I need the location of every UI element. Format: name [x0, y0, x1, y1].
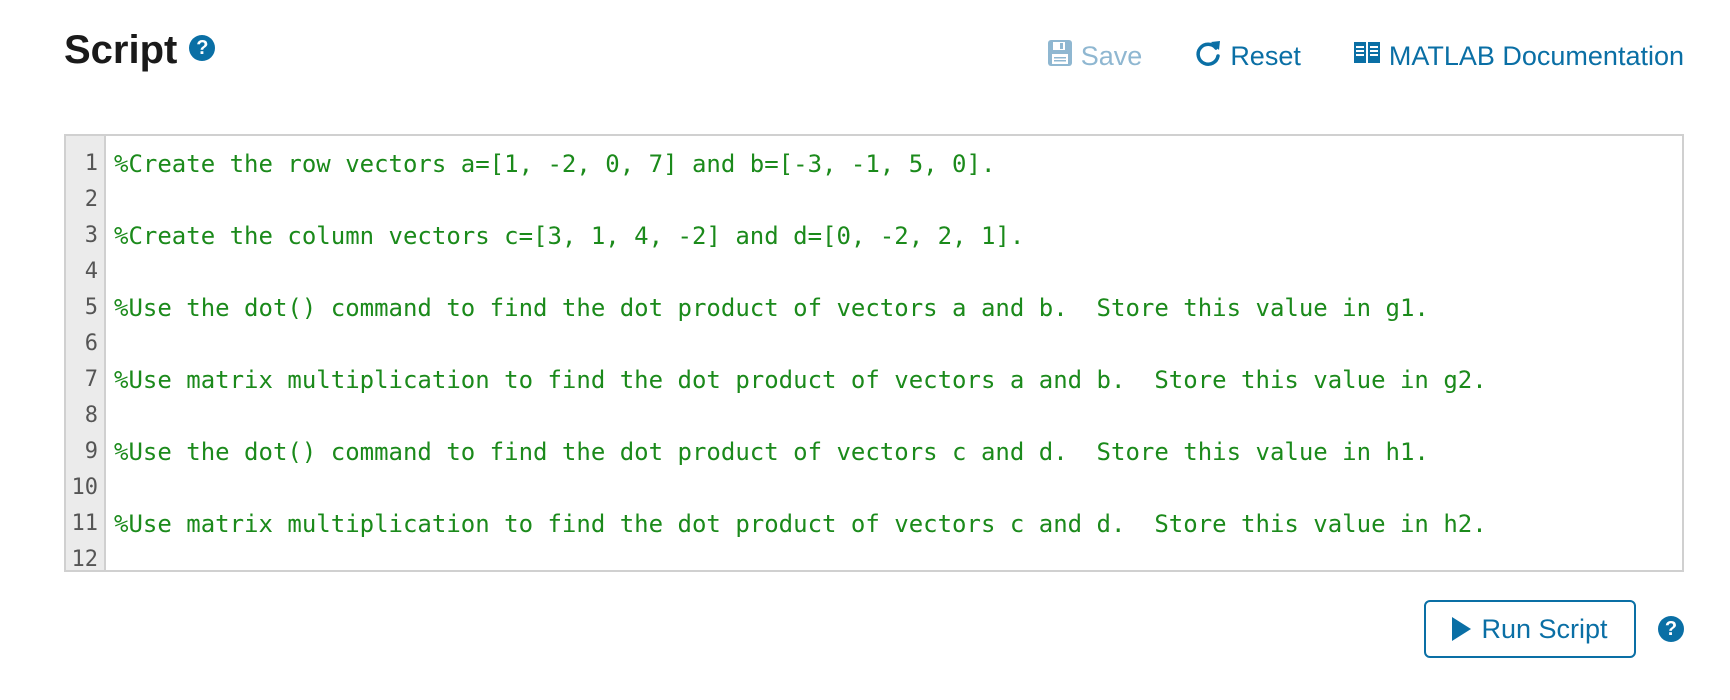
- code-line[interactable]: %Use the dot() command to find the dot p…: [114, 434, 1682, 470]
- script-header: Script ? Save Reset MATLAB Documentation: [64, 26, 1684, 86]
- run-script-label: Run Script: [1481, 613, 1608, 644]
- code-line[interactable]: [114, 326, 1682, 362]
- code-line[interactable]: %Use the dot() command to find the dot p…: [114, 290, 1682, 326]
- line-number-gutter: 1 2 3 4 5 6 7 8 9 10 11 12: [66, 136, 106, 572]
- code-line[interactable]: %Use matrix multiplication to find the d…: [114, 506, 1682, 542]
- code-area[interactable]: %Create the row vectors a=[1, -2, 0, 7] …: [106, 136, 1682, 570]
- line-number: 12: [71, 547, 99, 572]
- run-script-button[interactable]: Run Script: [1424, 600, 1636, 658]
- save-label: Save: [1080, 41, 1143, 71]
- reset-button[interactable]: Reset: [1194, 38, 1301, 75]
- play-icon: [1452, 617, 1472, 641]
- code-line[interactable]: [114, 182, 1682, 218]
- line-number: 2: [84, 187, 98, 212]
- page-title: Script: [64, 28, 178, 72]
- line-number: 4: [84, 259, 98, 284]
- question-circle-icon[interactable]: ?: [189, 35, 216, 61]
- line-number: 9: [84, 439, 98, 464]
- code-line[interactable]: %Use matrix multiplication to find the d…: [114, 362, 1682, 398]
- line-number: 1: [84, 151, 98, 176]
- refresh-icon: [1194, 38, 1222, 75]
- code-line[interactable]: [114, 254, 1682, 290]
- code-line[interactable]: %Create the row vectors a=[1, -2, 0, 7] …: [114, 146, 1682, 182]
- toolbar: Save Reset MATLAB Documentation: [1047, 38, 1684, 75]
- matlab-documentation-link[interactable]: MATLAB Documentation: [1353, 40, 1684, 73]
- question-circle-icon[interactable]: ?: [1658, 616, 1684, 642]
- code-editor[interactable]: 1 2 3 4 5 6 7 8 9 10 11 12 %Create the row vectors …: [64, 134, 1684, 572]
- code-line[interactable]: [114, 470, 1682, 506]
- footer: Run Script ?: [1424, 600, 1684, 658]
- line-number: 6: [84, 331, 98, 356]
- code-line[interactable]: [114, 398, 1682, 434]
- line-number: 11: [71, 511, 99, 536]
- line-number: 10: [71, 475, 99, 500]
- title-wrap: Script ?: [64, 26, 216, 74]
- line-number: 3: [84, 223, 98, 248]
- code-line[interactable]: %Create the column vectors c=[3, 1, 4, -…: [114, 218, 1682, 254]
- save-button[interactable]: Save: [1047, 39, 1143, 74]
- line-number: 7: [84, 367, 98, 392]
- code-line[interactable]: [114, 542, 1682, 578]
- book-icon: [1353, 40, 1381, 73]
- docs-label: MATLAB Documentation: [1388, 41, 1684, 71]
- line-number: 5: [84, 295, 98, 320]
- reset-label: Reset: [1230, 41, 1301, 71]
- line-number: 8: [84, 403, 98, 428]
- floppy-disk-icon: [1047, 39, 1073, 74]
